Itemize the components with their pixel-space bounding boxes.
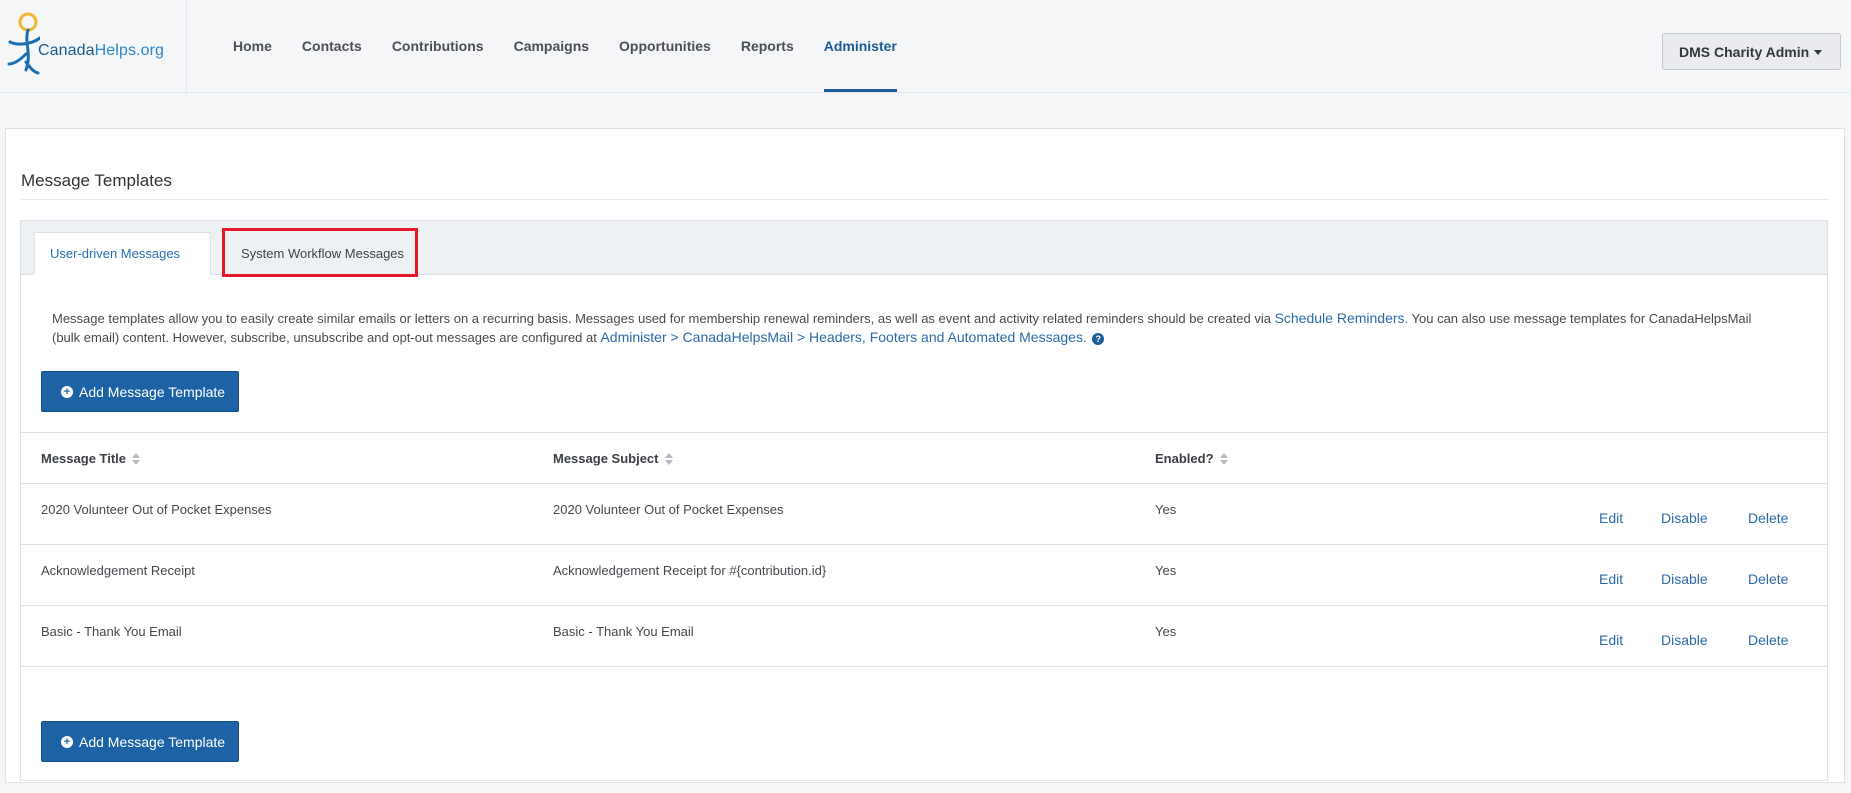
description-part3: . xyxy=(1082,330,1087,345)
headers-footers-link[interactable]: Administer > CanadaHelpsMail > Headers, … xyxy=(600,329,1082,345)
cell-subject: Acknowledgement Receipt for #{contributi… xyxy=(553,563,827,578)
delete-link[interactable]: Delete xyxy=(1748,510,1788,526)
schedule-reminders-link[interactable]: Schedule Reminders xyxy=(1275,310,1405,326)
canadahelps-logo-icon xyxy=(7,12,40,75)
brand-name: CanadaHelps.org xyxy=(38,42,164,60)
nav-campaigns[interactable]: Campaigns xyxy=(499,0,604,92)
cell-title: Basic - Thank You Email xyxy=(41,624,182,639)
sort-icon xyxy=(1219,452,1228,465)
column-message-title[interactable]: Message Title xyxy=(41,451,141,466)
user-menu-button[interactable]: DMS Charity Admin xyxy=(1662,33,1841,70)
cell-enabled: Yes xyxy=(1155,563,1177,578)
edit-link[interactable]: Edit xyxy=(1599,632,1623,648)
brand-logo[interactable]: CanadaHelps.org xyxy=(0,0,187,92)
cell-title: 2020 Volunteer Out of Pocket Expenses xyxy=(41,502,272,517)
disable-link[interactable]: Disable xyxy=(1661,510,1708,526)
cell-subject: 2020 Volunteer Out of Pocket Expenses xyxy=(553,502,784,517)
delete-link[interactable]: Delete xyxy=(1748,632,1788,648)
main-nav: Home Contacts Contributions Campaigns Op… xyxy=(218,0,912,92)
table-row: Acknowledgement Receipt Acknowledgement … xyxy=(21,545,1827,606)
cell-enabled: Yes xyxy=(1155,502,1177,517)
description-part1: Message templates allow you to easily cr… xyxy=(52,311,1275,326)
caret-down-icon xyxy=(1814,50,1822,55)
add-message-template-button-bottom[interactable]: + Add Message Template xyxy=(41,721,239,762)
plus-circle-icon: + xyxy=(61,735,73,748)
disable-link[interactable]: Disable xyxy=(1661,571,1708,587)
tab-user-driven-messages[interactable]: User-driven Messages xyxy=(34,232,211,275)
edit-link[interactable]: Edit xyxy=(1599,510,1623,526)
column-label: Enabled? xyxy=(1155,451,1214,466)
title-divider xyxy=(21,199,1829,200)
tab-system-workflow-messages[interactable]: System Workflow Messages xyxy=(229,232,423,275)
help-icon[interactable]: ? xyxy=(1092,332,1105,345)
column-label: Message Subject xyxy=(553,451,659,466)
page-title: Message Templates xyxy=(21,171,172,190)
delete-link[interactable]: Delete xyxy=(1748,571,1788,587)
cell-enabled: Yes xyxy=(1155,624,1177,639)
column-message-subject[interactable]: Message Subject xyxy=(553,451,673,466)
table-row: Basic - Thank You Email Basic - Thank Yo… xyxy=(21,606,1827,667)
nav-administer[interactable]: Administer xyxy=(809,0,912,92)
nav-opportunities[interactable]: Opportunities xyxy=(604,0,726,92)
brand-name-part2: Helps.org xyxy=(94,42,165,59)
plus-circle-icon: + xyxy=(61,385,73,398)
description-text: Message templates allow you to easily cr… xyxy=(52,309,1752,347)
nav-contacts[interactable]: Contacts xyxy=(287,0,377,92)
brand-name-part1: Canada xyxy=(38,42,95,59)
table-row: 2020 Volunteer Out of Pocket Expenses 20… xyxy=(21,484,1827,545)
top-navigation-bar: CanadaHelps.org Home Contacts Contributi… xyxy=(0,0,1851,93)
column-enabled[interactable]: Enabled? xyxy=(1155,451,1228,466)
nav-home[interactable]: Home xyxy=(218,0,287,92)
add-message-template-label: Add Message Template xyxy=(79,383,226,400)
disable-link[interactable]: Disable xyxy=(1661,632,1708,648)
tab-container: User-driven Messages System Workflow Mes… xyxy=(20,220,1828,781)
cell-title: Acknowledgement Receipt xyxy=(41,563,195,578)
add-message-template-label: Add Message Template xyxy=(79,733,226,750)
nav-reports[interactable]: Reports xyxy=(726,0,809,92)
table-header: Message Title Message Subject Enabled? xyxy=(21,432,1827,484)
user-menu-label: DMS Charity Admin xyxy=(1679,43,1810,60)
nav-contributions[interactable]: Contributions xyxy=(377,0,499,92)
edit-link[interactable]: Edit xyxy=(1599,571,1623,587)
cell-subject: Basic - Thank You Email xyxy=(553,624,694,639)
add-message-template-button[interactable]: + Add Message Template xyxy=(41,371,239,412)
sort-icon xyxy=(132,452,141,465)
column-label: Message Title xyxy=(41,451,127,466)
tab-strip: User-driven Messages System Workflow Mes… xyxy=(21,221,1827,275)
main-panel: Message Templates User-driven Messages S… xyxy=(5,128,1845,783)
sort-icon xyxy=(664,452,673,465)
